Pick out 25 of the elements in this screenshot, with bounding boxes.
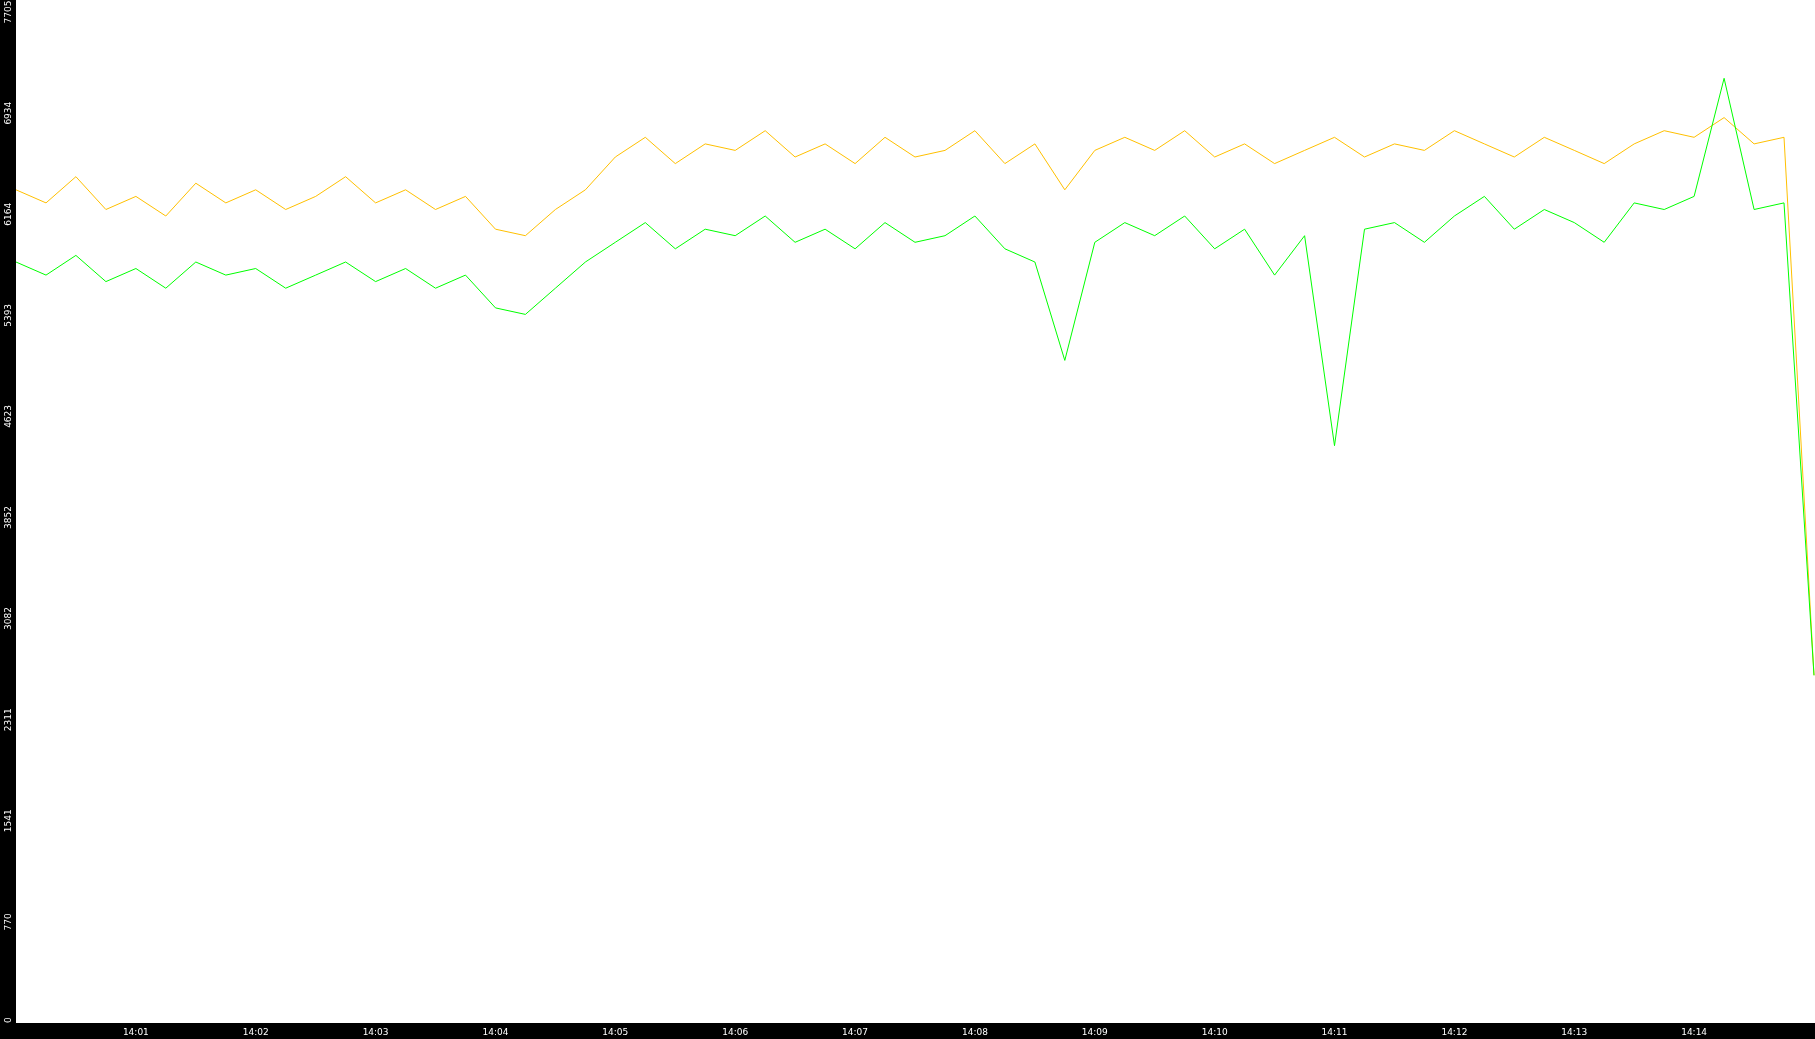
y-axis-label: 6164 (3, 202, 13, 226)
y-axis-label: 770 (3, 913, 13, 931)
x-axis-label: 14:06 (722, 1027, 749, 1037)
y-axis-label: 5393 (3, 303, 13, 327)
x-axis-label: 14:09 (1081, 1027, 1108, 1037)
y-axis-label: 3082 (3, 607, 13, 631)
y-axis-label: 1541 (3, 809, 13, 833)
x-axis-label: 14:05 (602, 1027, 629, 1037)
y-axis-label: 3852 (3, 506, 13, 529)
x-axis-label: 14:12 (1441, 1027, 1468, 1037)
x-axis-label: 14:10 (1201, 1027, 1228, 1037)
y-axis-label: 7705 (3, 0, 13, 24)
x-axis-label: 14:11 (1321, 1027, 1348, 1037)
y-axis-label: 2311 (3, 708, 13, 732)
x-axis-label: 14:14 (1681, 1027, 1708, 1037)
x-axis-label: 14:07 (842, 1027, 869, 1037)
y-axis-label: 0 (3, 1017, 13, 1023)
x-axis-label: 14:03 (362, 1027, 389, 1037)
x-axis-label: 14:02 (242, 1027, 269, 1037)
y-axis-label: 4623 (3, 404, 13, 428)
x-axis-label: 14:13 (1561, 1027, 1588, 1037)
x-axis-label: 14:08 (961, 1027, 988, 1037)
x-axis-label: 14:04 (482, 1027, 509, 1037)
x-axis-label: 14:01 (122, 1027, 149, 1037)
y-axis-label: 6934 (3, 101, 13, 125)
